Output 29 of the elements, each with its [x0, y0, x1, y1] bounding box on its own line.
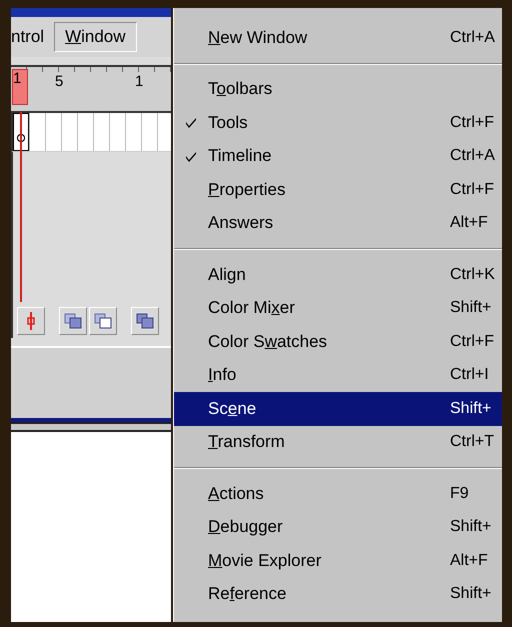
menu-item[interactable]: Actions F9: [174, 477, 502, 510]
frame-number: 1: [135, 73, 144, 90]
frame-number: 5: [55, 73, 64, 90]
menu-item[interactable]: Scene Shift+: [174, 392, 502, 426]
layers-icon: [94, 313, 112, 329]
frame-row[interactable]: [11, 113, 171, 152]
menu-item[interactable]: Toolbars: [174, 72, 502, 106]
layers-icon: [64, 313, 82, 329]
menu-bar-item[interactable]: ntrol: [11, 23, 50, 51]
menu-item[interactable]: Color Mixer Shift+: [174, 292, 502, 325]
menu-item[interactable]: Align Ctrl+K: [174, 258, 502, 292]
onion-outline-button[interactable]: [89, 307, 117, 335]
menu-item[interactable]: Debugger Shift+: [174, 510, 502, 544]
onion-skin-button[interactable]: [59, 307, 87, 335]
menu-bar-item[interactable]: Window: [54, 22, 137, 52]
layers-icon: [136, 313, 154, 329]
menu-item[interactable]: Tools Ctrl+F: [174, 106, 502, 140]
menu-item[interactable]: Transform Ctrl+T: [174, 426, 502, 459]
edit-frames-button[interactable]: [131, 307, 159, 335]
menu-item[interactable]: Answers Alt+F: [174, 206, 502, 240]
menu-item[interactable]: Timeline Ctrl+A: [174, 140, 502, 173]
menu-item[interactable]: Movie Explorer Alt+F: [174, 544, 502, 578]
menu-item[interactable]: Reference Shift+: [174, 578, 502, 611]
center-frame-button[interactable]: [17, 307, 45, 335]
menu-item[interactable]: Color Swatches Ctrl+F: [174, 325, 502, 358]
menu-item[interactable]: Properties Ctrl+F: [174, 173, 502, 206]
frame-number: 1: [12, 69, 28, 105]
menu-item[interactable]: New Window Ctrl+A: [174, 21, 502, 54]
menu-item[interactable]: Info Ctrl+I: [174, 358, 502, 392]
